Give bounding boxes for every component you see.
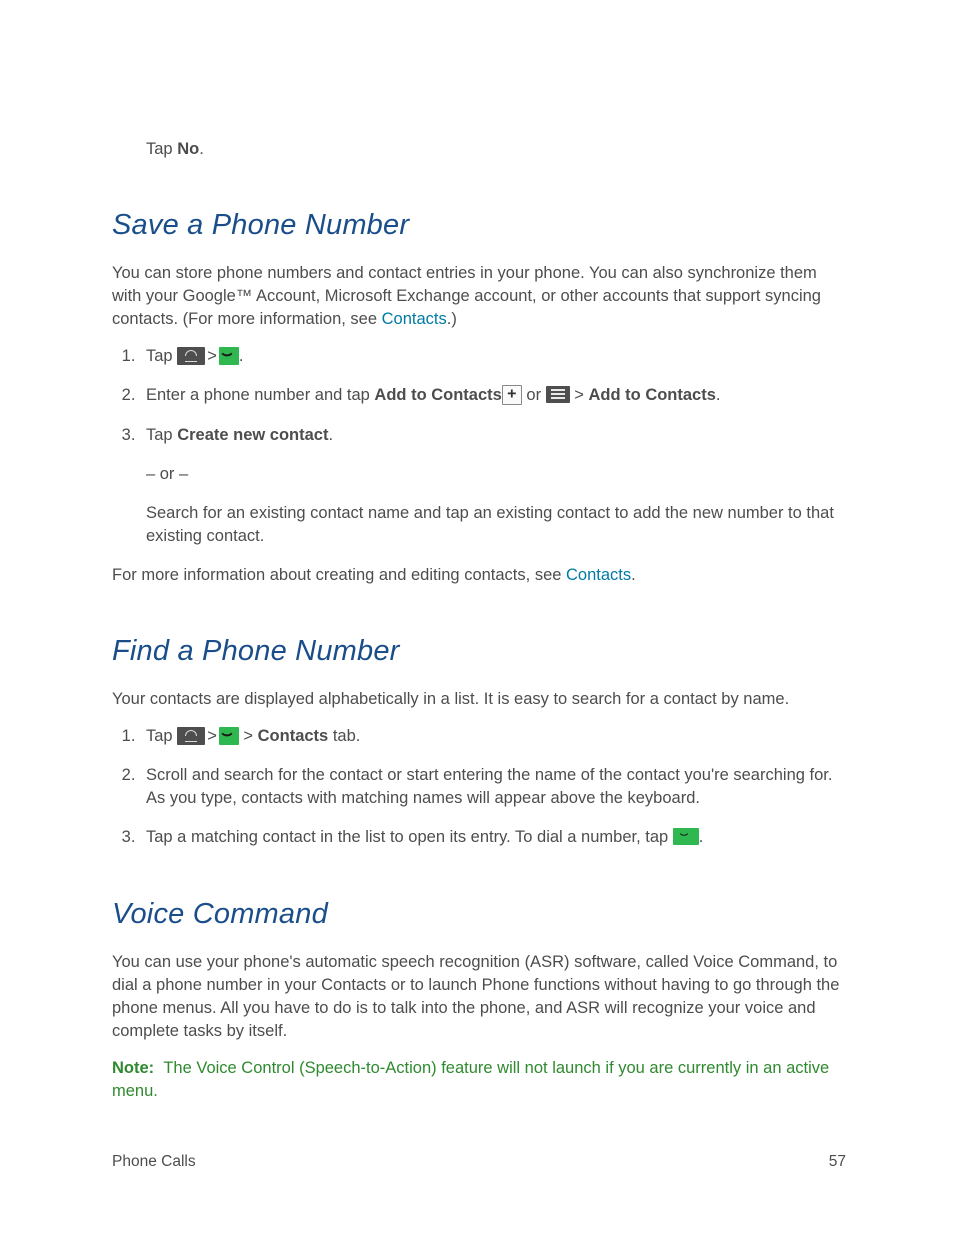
text: Tap xyxy=(146,140,177,158)
paragraph: For more information about creating and … xyxy=(112,564,846,587)
bold-text: Contacts xyxy=(258,727,329,745)
phone-icon xyxy=(673,828,699,845)
or-divider: – or – xyxy=(146,463,846,486)
text: or xyxy=(522,386,546,404)
text: . xyxy=(699,828,704,846)
bold-text: Add to Contacts xyxy=(374,386,501,404)
list-item: Tap >. xyxy=(140,345,846,368)
text: . xyxy=(328,426,333,444)
text: > xyxy=(239,727,258,745)
footer-section-title: Phone Calls xyxy=(112,1153,196,1171)
text: You can store phone numbers and contact … xyxy=(112,264,821,328)
list-item: Enter a phone number and tap Add to Cont… xyxy=(140,384,846,407)
bold-text: Add to Contacts xyxy=(589,386,716,404)
text: .) xyxy=(447,310,457,328)
footer-page-number: 57 xyxy=(829,1153,846,1171)
list-item: Tap > > Contacts tab. xyxy=(140,725,846,748)
bold-text: Create new contact xyxy=(177,426,328,444)
text: Tap xyxy=(146,727,177,745)
note-label: Note: xyxy=(112,1059,154,1077)
heading-save-phone-number: Save a Phone Number xyxy=(112,209,846,242)
text: Tap xyxy=(146,426,177,444)
text: Tap xyxy=(146,347,177,365)
list-item: Scroll and search for the contact or sta… xyxy=(140,764,846,810)
paragraph: You can use your phone's automatic speec… xyxy=(112,951,846,1043)
list-item: Tap Create new contact. – or – Search fo… xyxy=(140,424,846,548)
add-contact-icon xyxy=(502,385,522,405)
note-paragraph: Note: The Voice Control (Speech-to-Actio… xyxy=(112,1057,846,1103)
home-icon xyxy=(177,347,205,365)
bold-text: No xyxy=(177,140,199,158)
phone-icon xyxy=(219,727,239,745)
ordered-list: Tap > > Contacts tab. Scroll and search … xyxy=(112,725,846,849)
text: . xyxy=(631,566,636,584)
heading-voice-command: Voice Command xyxy=(112,898,846,931)
heading-find-phone-number: Find a Phone Number xyxy=(112,635,846,668)
paragraph: Your contacts are displayed alphabetical… xyxy=(112,688,846,711)
home-icon xyxy=(177,727,205,745)
text: tab. xyxy=(328,727,360,745)
paragraph: You can store phone numbers and contact … xyxy=(112,262,846,331)
text: . xyxy=(199,140,204,158)
document-page: Tap No. Save a Phone Number You can stor… xyxy=(0,0,954,1235)
menu-icon xyxy=(546,386,570,403)
link-contacts[interactable]: Contacts xyxy=(566,566,631,584)
link-contacts[interactable]: Contacts xyxy=(382,310,447,328)
text: Enter a phone number and tap xyxy=(146,386,374,404)
alt-instruction: Search for an existing contact name and … xyxy=(146,502,846,548)
text: Tap a matching contact in the list to op… xyxy=(146,828,673,846)
list-item: Tap a matching contact in the list to op… xyxy=(140,826,846,849)
text: . xyxy=(716,386,721,404)
page-footer: Phone Calls 57 xyxy=(112,1153,846,1171)
carryover-step-text: Tap No. xyxy=(112,138,846,161)
ordered-list: Tap >. Enter a phone number and tap Add … xyxy=(112,345,846,548)
phone-icon xyxy=(219,347,239,365)
note-body: The Voice Control (Speech-to-Action) fea… xyxy=(112,1059,829,1100)
chevron-right-icon: > xyxy=(207,345,217,368)
text: > xyxy=(570,386,589,404)
text: For more information about creating and … xyxy=(112,566,566,584)
chevron-right-icon: > xyxy=(207,725,217,748)
text: . xyxy=(239,347,244,365)
